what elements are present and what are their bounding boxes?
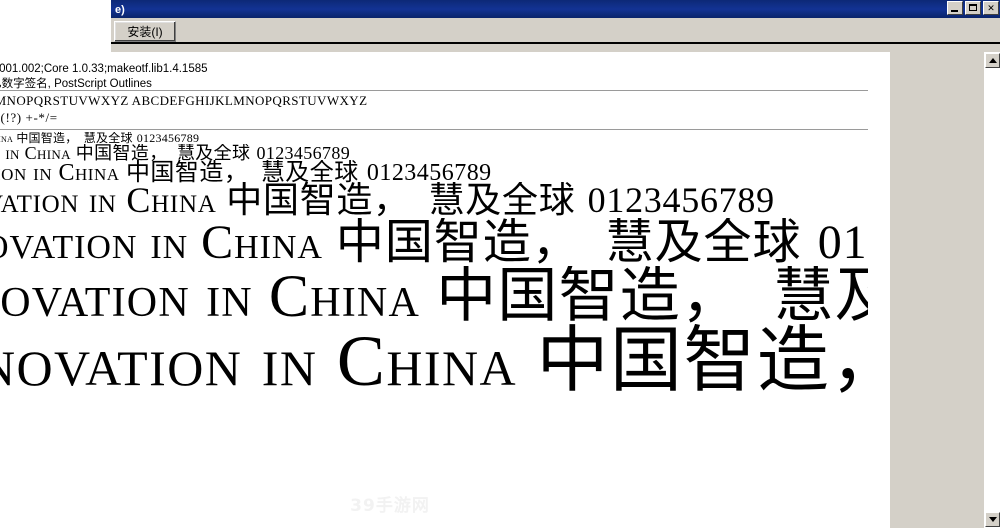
sample-digits-text: 0123456789 xyxy=(817,218,868,269)
maximize-icon xyxy=(969,4,977,11)
chevron-up-icon xyxy=(988,58,997,63)
sample-latin-text: Innovation in China xyxy=(0,324,518,401)
sample-cjk-text: 中国智造， 慧及全球 xyxy=(436,266,868,331)
font-sample-text: Innovation in China 中国智造， 慧及全球 012345678… xyxy=(0,266,868,326)
window-title: e) xyxy=(115,4,125,16)
font-sample-row: 72Innovation in China 中国智造， 慧及全球 0123456… xyxy=(0,324,868,416)
vertical-scrollbar[interactable] xyxy=(983,52,1000,528)
scrollbar-down-button[interactable] xyxy=(985,512,1000,527)
sample-cjk-text: 中国智造， 慧及全球 xyxy=(536,324,869,402)
font-sample-text: Innovation in China 中国智造， 慧及全球 012345678… xyxy=(0,218,868,267)
close-icon: ✕ xyxy=(987,2,995,13)
font-preview-client-area: 版本: OTF 1.029;PS 001.002;Core 1.0.33;mak… xyxy=(0,52,890,528)
maximize-button[interactable] xyxy=(965,1,981,15)
font-features-line: OpenType Layout, 已数字签名, PostScript Outli… xyxy=(0,78,152,90)
divider-top xyxy=(0,90,868,91)
font-sample-text: Innovation in China 中国智造， 慧及全球 012345678… xyxy=(0,324,868,397)
sample-cjk-text: 中国智造， 慧及全球 xyxy=(335,218,818,270)
divider-bottom xyxy=(0,129,868,130)
desktop-background: e) ✕ 安装(I) 版本: OTF 1.029;PS 001.002;Core… xyxy=(0,0,1000,528)
close-button[interactable]: ✕ xyxy=(983,1,999,15)
sample-latin-text: Innovation in China xyxy=(0,218,323,269)
font-sample-text: Innovation in China 中国智造， 慧及全球 012345678… xyxy=(0,132,199,144)
font-preview-document: 版本: OTF 1.029;PS 001.002;Core 1.0.33;mak… xyxy=(0,52,868,528)
minimize-icon xyxy=(951,10,958,12)
window-controls: ✕ xyxy=(947,1,999,17)
scrollbar-up-button[interactable] xyxy=(985,53,1000,68)
sample-cjk-text: 中国智造， 慧及全球 xyxy=(226,182,588,221)
font-version-line: 版本: OTF 1.029;PS 001.002;Core 1.0.33;mak… xyxy=(0,63,208,75)
chevron-down-icon xyxy=(988,517,997,522)
window-titlebar[interactable]: e) ✕ xyxy=(111,0,1000,18)
sample-digits-text: 0123456789 xyxy=(587,182,775,220)
charset-alphabet-line: ABCDEFGHIJKLMNOPQRSTUVWXYZ ABCDEFGHIJKLM… xyxy=(0,93,368,108)
sample-latin-text: Innovation in China xyxy=(0,266,420,329)
minimize-button[interactable] xyxy=(947,1,963,15)
toolbar-separator xyxy=(111,42,1000,44)
install-button[interactable]: 安装(I) xyxy=(114,20,176,42)
font-sample-text: Innovation in China 中国智造， 慧及全球 012345678… xyxy=(0,182,775,219)
charset-digits-line: 1234567890.:,; ' " (!?) +-*/= xyxy=(0,110,58,125)
window-toolbar: 安装(I) xyxy=(111,18,1000,44)
sample-latin-text: Innovation in China xyxy=(0,182,217,220)
scrollbar-track[interactable] xyxy=(985,69,1000,511)
